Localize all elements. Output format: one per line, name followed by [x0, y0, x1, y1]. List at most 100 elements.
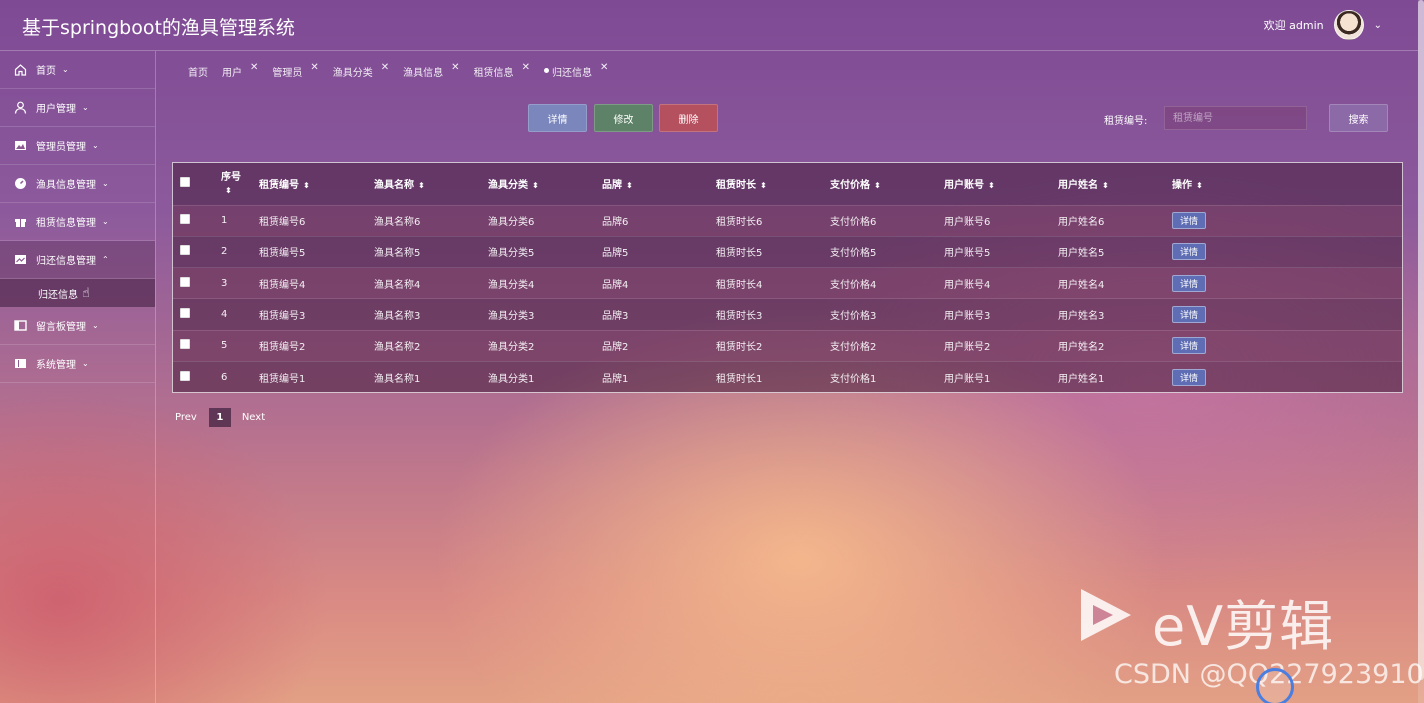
chevron-down-icon: ⌄: [102, 179, 109, 188]
close-icon[interactable]: ✕: [381, 62, 389, 73]
layout-icon: [14, 357, 27, 370]
cell-price: 支付价格5: [830, 248, 877, 260]
submenu-item-label: 归还信息: [38, 289, 78, 301]
sort-icon[interactable]: ⬍: [988, 181, 995, 190]
cell-rental-no: 租赁编号1: [259, 373, 306, 385]
sidebar-item-gear-info[interactable]: 渔具信息管理 ⌄: [0, 165, 155, 203]
tab-admins[interactable]: 管理员 ✕: [272, 62, 318, 79]
row-checkbox[interactable]: [180, 339, 190, 350]
app-title: 基于springboot的渔具管理系统: [22, 17, 295, 39]
tab-return-info[interactable]: 归还信息 ✕: [543, 62, 608, 79]
sort-icon[interactable]: ⬍: [225, 186, 232, 195]
column-header-index[interactable]: 序号 ⬍: [207, 163, 259, 205]
table-row[interactable]: 1 租赁编号6 渔具名称6 渔具分类6 品牌6 租赁时长6 支付价格6 用户账号…: [173, 205, 1402, 237]
cell-rental-no: 租赁编号6: [259, 217, 306, 229]
cell-price: 支付价格6: [830, 217, 877, 229]
column-header-brand[interactable]: 品牌 ⬍: [602, 163, 716, 205]
tab-gear-info[interactable]: 渔具信息 ✕: [403, 62, 459, 79]
row-detail-button[interactable]: 详情: [1172, 337, 1206, 355]
close-icon[interactable]: ✕: [451, 62, 459, 73]
sidebar-item-label: 首页: [36, 66, 56, 77]
row-detail-button[interactable]: 详情: [1172, 274, 1206, 292]
table-row[interactable]: 6 租赁编号1 渔具名称1 渔具分类1 品牌1 租赁时长1 支付价格1 用户账号…: [173, 361, 1402, 392]
sidebar-item-return-info[interactable]: 归还信息管理 ⌃: [0, 241, 155, 279]
sort-icon[interactable]: ⬍: [532, 181, 539, 190]
cell-index: 3: [221, 277, 228, 289]
chart-icon: [14, 253, 27, 266]
close-icon[interactable]: ✕: [310, 62, 318, 73]
sort-icon[interactable]: ⬍: [874, 181, 881, 190]
floating-badge-icon[interactable]: [1256, 668, 1294, 703]
sidebar-item-users[interactable]: 用户管理 ⌄: [0, 89, 155, 127]
row-checkbox[interactable]: [180, 214, 190, 225]
row-checkbox[interactable]: [180, 276, 190, 287]
user-menu[interactable]: 欢迎 admin ⌄: [1264, 10, 1382, 40]
column-header-actions[interactable]: 操作 ⬍: [1172, 163, 1402, 205]
cell-price: 支付价格2: [830, 342, 877, 354]
cell-brand: 品牌5: [602, 248, 629, 260]
page-scrollbar[interactable]: [1418, 0, 1424, 703]
panel-icon: [14, 319, 27, 332]
tab-label: 管理员: [272, 68, 303, 79]
tab-home[interactable]: 首页: [188, 64, 208, 79]
avatar[interactable]: [1333, 10, 1364, 40]
close-icon[interactable]: ✕: [522, 62, 530, 73]
table-row[interactable]: 2 租赁编号5 渔具名称5 渔具分类5 品牌5 租赁时长5 支付价格5 用户账号…: [173, 236, 1402, 267]
chevron-down-icon: ⌄: [62, 65, 69, 74]
cell-price: 支付价格1: [830, 373, 877, 385]
row-checkbox[interactable]: [180, 370, 190, 381]
sidebar-item-message-board[interactable]: 留言板管理 ⌄: [0, 307, 155, 345]
sort-icon[interactable]: ⬍: [760, 181, 767, 190]
row-checkbox[interactable]: [180, 245, 190, 256]
sort-icon[interactable]: ⬍: [1196, 181, 1203, 190]
delete-button[interactable]: 删除: [659, 104, 718, 132]
row-detail-button[interactable]: 详情: [1172, 243, 1206, 261]
search-input[interactable]: [1164, 106, 1307, 130]
column-header-user-name[interactable]: 用户姓名 ⬍: [1058, 163, 1172, 205]
sidebar-item-admins[interactable]: 管理员管理 ⌄: [0, 127, 155, 165]
tab-label: 租赁信息: [473, 68, 514, 79]
detail-button[interactable]: 详情: [528, 104, 587, 132]
cell-rental-no: 租赁编号2: [259, 342, 306, 354]
sort-icon[interactable]: ⬍: [303, 181, 310, 190]
row-detail-button[interactable]: 详情: [1172, 368, 1206, 386]
page-number-button[interactable]: 1: [208, 408, 231, 427]
close-icon[interactable]: ✕: [250, 62, 258, 73]
welcome-text: 欢迎 admin: [1263, 19, 1324, 32]
tab-users[interactable]: 用户 ✕: [222, 62, 258, 79]
table-row[interactable]: 3 租赁编号4 渔具名称4 渔具分类4 品牌4 租赁时长4 支付价格4 用户账号…: [173, 267, 1402, 299]
search-button[interactable]: 搜索: [1329, 104, 1388, 132]
tab-label: 归还信息: [551, 68, 592, 79]
sort-icon[interactable]: ⬍: [418, 181, 425, 190]
column-header-gear-name[interactable]: 渔具名称 ⬍: [374, 163, 488, 205]
select-all-checkbox[interactable]: [180, 177, 190, 188]
chevron-down-icon: ⌄: [92, 141, 99, 150]
sidebar-item-system[interactable]: 系统管理 ⌄: [0, 345, 155, 383]
close-icon[interactable]: ✕: [600, 62, 608, 73]
cell-gear-category: 渔具分类6: [488, 217, 535, 229]
table-row[interactable]: 5 租赁编号2 渔具名称2 渔具分类2 品牌2 租赁时长2 支付价格2 用户账号…: [173, 330, 1402, 362]
prev-page-button[interactable]: Prev: [175, 412, 197, 423]
column-header-price[interactable]: 支付价格 ⬍: [830, 163, 944, 205]
cell-gear-name: 渔具名称1: [374, 373, 421, 385]
chevron-down-icon[interactable]: ⌄: [1374, 20, 1382, 31]
tab-rental-info[interactable]: 租赁信息 ✕: [473, 62, 530, 79]
sort-icon[interactable]: ⬍: [1102, 181, 1109, 190]
tab-gear-category[interactable]: 渔具分类 ✕: [333, 62, 389, 79]
column-header-duration[interactable]: 租赁时长 ⬍: [716, 163, 830, 205]
column-header-rental-no[interactable]: 租赁编号 ⬍: [259, 163, 374, 205]
sidebar-item-rental-info[interactable]: 租赁信息管理 ⌄: [0, 203, 155, 241]
sidebar-item-home[interactable]: 首页 ⌄: [0, 51, 155, 89]
row-detail-button[interactable]: 详情: [1172, 212, 1206, 230]
sort-icon[interactable]: ⬍: [626, 181, 633, 190]
table-row[interactable]: 4 租赁编号3 渔具名称3 渔具分类3 品牌3 租赁时长3 支付价格3 用户账号…: [173, 298, 1402, 330]
edit-button[interactable]: 修改: [594, 104, 653, 132]
next-page-button[interactable]: Next: [242, 412, 265, 423]
column-header-user-account[interactable]: 用户账号 ⬍: [944, 163, 1058, 205]
scrollbar-thumb[interactable]: [1418, 0, 1424, 680]
submenu-item-return-info[interactable]: 归还信息 ☝: [0, 279, 155, 307]
sidebar-item-label: 租赁信息管理: [36, 218, 96, 229]
row-checkbox[interactable]: [180, 308, 190, 319]
column-header-gear-category[interactable]: 渔具分类 ⬍: [488, 163, 602, 205]
row-detail-button[interactable]: 详情: [1172, 306, 1206, 324]
